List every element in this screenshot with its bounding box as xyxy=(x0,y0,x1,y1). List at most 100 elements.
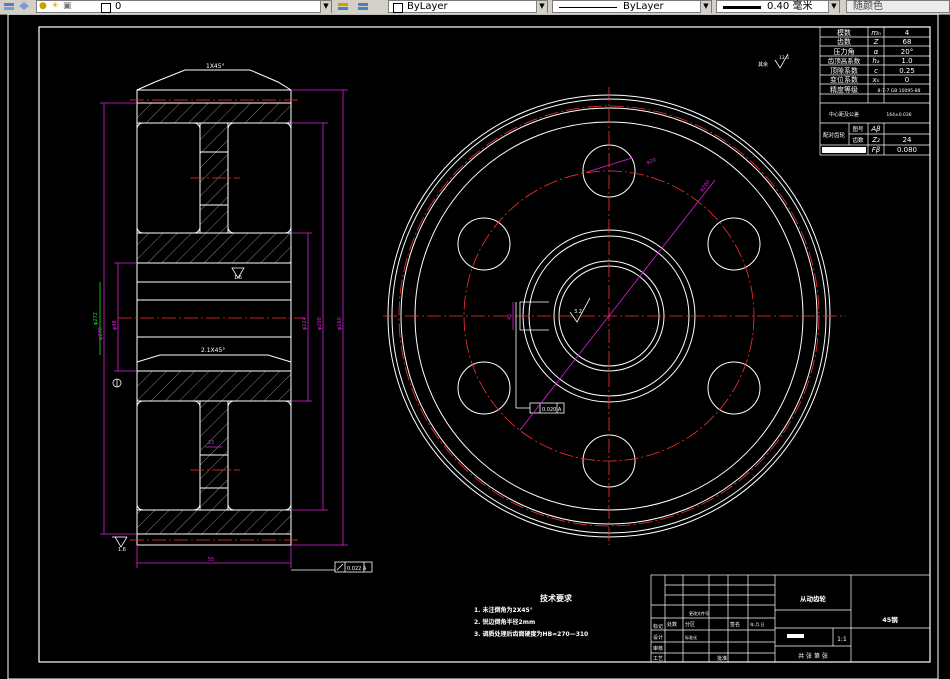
param-symbol: Z₂ xyxy=(871,136,880,144)
param-group-row-label: 图号 xyxy=(852,125,864,133)
layer-dropdown[interactable]: ● ☀ ▣ 0 ▼ xyxy=(36,0,332,13)
lineweight-value: 0.40 毫米 xyxy=(767,1,813,12)
sun-icon: ☀ xyxy=(51,1,60,11)
linetype-sample xyxy=(559,7,617,8)
title-block-filled-cell xyxy=(787,634,804,638)
tech-req-item: 3. 调质处理后齿面硬度为HB=270—310 xyxy=(474,630,588,638)
roughness-left-bottom xyxy=(112,536,128,548)
param-value: 164±0.036 xyxy=(886,112,911,118)
plotstyle-value: 随颜色 xyxy=(853,1,883,12)
title-header-small2: 标准化 xyxy=(685,634,697,640)
param-symbol: xₙ xyxy=(872,76,880,84)
dim-hole-label: φ20 xyxy=(646,157,657,166)
roughness-center-value: 3.2 xyxy=(574,309,582,315)
scale-value: 1:1 xyxy=(837,636,847,643)
color-value: ByLayer xyxy=(407,1,448,12)
param-symbol: α xyxy=(874,48,879,56)
dim-right-inner-label: φ124 xyxy=(302,317,308,330)
material: 45钢 xyxy=(882,615,898,624)
dim-keyway-label: 45 xyxy=(507,314,513,320)
properties-toolbar: ● ☀ ▣ 0 ▼ ByLayer ▼ ByLayer ▼ 0.40 毫米 ▼ … xyxy=(0,0,950,15)
param-value: 4 xyxy=(905,29,910,37)
make-layer-current-icon[interactable] xyxy=(336,0,350,13)
param-label: 齿数 xyxy=(837,37,851,46)
param-symbol: Aβ xyxy=(870,125,881,133)
tolerance-frame-right-value: 0.020 A xyxy=(542,407,562,413)
dim-left-outer-label: φ278 xyxy=(98,327,104,340)
title-header-small: 签名 xyxy=(730,621,740,628)
title-row-label: 设计 xyxy=(653,634,663,641)
layer-manager-icon[interactable] xyxy=(2,0,16,13)
dim-left-inner-label: φ48 xyxy=(112,320,118,330)
param-symbol: hₐ xyxy=(872,57,879,65)
roughness-corner-label: 其余 xyxy=(758,61,768,68)
param-label: 精度等级 xyxy=(830,85,858,94)
dim-vertical-green-label: φ272 xyxy=(93,312,99,325)
chamfer-mid-label: 2.1X45° xyxy=(201,347,225,354)
dim-right-outer-label: φ260 xyxy=(337,317,343,330)
param-value: 24 xyxy=(903,136,912,144)
linetype-dropdown-arrow[interactable]: ▼ xyxy=(700,1,711,13)
front-view-dimensions xyxy=(512,157,716,431)
param-value: 1.0 xyxy=(901,57,912,65)
title-row-label: 标记 xyxy=(653,623,663,630)
param-label: 中心距及公差 xyxy=(829,111,859,118)
layer-previous-icon[interactable] xyxy=(356,0,370,13)
title-header-small: 更改文件号 xyxy=(689,610,709,616)
param-label: 齿顶高系数 xyxy=(828,56,861,65)
param-label: 顶隙系数 xyxy=(830,66,858,75)
color-dropdown-arrow[interactable]: ▼ xyxy=(536,1,547,13)
dim-bottom-label: 55 xyxy=(208,557,214,563)
linetype-dropdown[interactable]: ByLayer ▼ xyxy=(552,0,712,13)
title-row-label: 审核 xyxy=(653,645,663,652)
param-value: 8-7-7 GB 10095-88 xyxy=(878,88,921,94)
lineweight-dropdown[interactable]: 0.40 毫米 ▼ xyxy=(716,0,840,13)
param-value: 68 xyxy=(903,38,912,46)
datum-a-marker xyxy=(112,378,122,388)
param-symbol: Fβ xyxy=(872,146,881,154)
lock-icon: ▣ xyxy=(63,1,72,11)
param-group-label: 配对齿轮 xyxy=(823,131,846,139)
sheet-count: 共 张 第 张 xyxy=(798,652,828,660)
title-approve: 批准 xyxy=(717,655,727,662)
tolerance-frame-left-value: 0.022 A xyxy=(347,566,367,572)
lineweight-dropdown-arrow[interactable]: ▼ xyxy=(828,1,839,13)
dim-right-mid-label: φ200 xyxy=(317,317,323,330)
color-dropdown[interactable]: ByLayer ▼ xyxy=(388,0,548,13)
param-symbol: Z xyxy=(873,38,879,46)
param-value: 0 xyxy=(905,76,909,84)
linetype-value: ByLayer xyxy=(623,1,664,12)
front-view-centerlines xyxy=(383,87,846,545)
title-header-small: 年.月.日 xyxy=(750,621,765,627)
title-header-small: 分区 xyxy=(685,621,695,628)
param-label: 变位系数 xyxy=(830,75,858,84)
plotstyle-dropdown[interactable]: 随颜色 xyxy=(846,0,950,13)
param-label: 模数 xyxy=(837,28,851,37)
layer-state-icon[interactable] xyxy=(18,0,30,13)
param-value: 0.080 xyxy=(897,146,917,154)
param-value: 0.25 xyxy=(899,67,915,75)
roughness-left-bottom-value: 1.6 xyxy=(118,547,126,553)
color-swatch xyxy=(393,3,403,13)
dim-hub-width-label: 15 xyxy=(208,440,214,446)
tech-req-title: 技术要求 xyxy=(540,593,573,603)
param-group-row-label: 齿数 xyxy=(852,136,864,144)
title-row-label: 工艺 xyxy=(653,656,663,662)
lineweight-sample xyxy=(723,6,761,9)
roughness-corner-value: 12.5 xyxy=(779,55,789,61)
gear-section-view xyxy=(136,69,292,546)
layer-value: 0 xyxy=(115,1,122,12)
param-symbol: mₙ xyxy=(871,29,881,37)
layer-dropdown-arrow[interactable]: ▼ xyxy=(320,1,331,13)
drawing-canvas[interactable]: 1X45° 2.1X45° φ278 φ48 φ124 φ200 φ260 55… xyxy=(0,14,950,679)
layer-color-swatch xyxy=(101,3,111,13)
table-filled-cell xyxy=(822,147,866,153)
param-value: 20° xyxy=(901,48,913,56)
part-name: 从动齿轮 xyxy=(800,594,827,603)
param-symbol: c xyxy=(874,67,878,75)
tech-req-item: 2. 锐边倒角半径2mm xyxy=(474,618,535,626)
tech-req-item: 1. 未注倒角为2X45° xyxy=(474,606,533,614)
roughness-left-mid-value: 1.6 xyxy=(234,275,242,281)
chamfer-top-label: 1X45° xyxy=(206,63,225,70)
bulb-icon: ● xyxy=(39,1,47,11)
